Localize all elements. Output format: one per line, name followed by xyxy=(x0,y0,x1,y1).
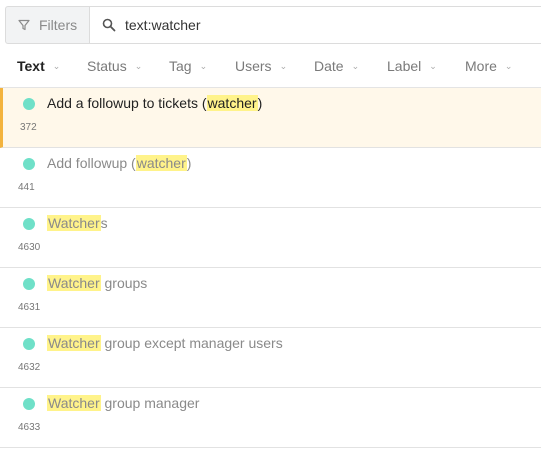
chevron-down-icon: ⌄ xyxy=(351,60,360,71)
result-id: 4630 xyxy=(18,242,41,253)
search-input[interactable] xyxy=(125,17,505,33)
result-id: 4631 xyxy=(18,302,41,313)
chevron-down-icon: ⌄ xyxy=(504,60,513,71)
status-dot-icon xyxy=(23,398,35,410)
result-row[interactable]: Add followup (watcher) 441 xyxy=(0,148,541,208)
result-title: Watcher group except manager users xyxy=(47,335,283,351)
status-dot-icon xyxy=(23,218,35,230)
result-title: Add followup (watcher) xyxy=(47,155,192,171)
result-title: Watchers xyxy=(47,215,108,231)
facet-label-filter[interactable]: Label ⌄ xyxy=(387,58,437,74)
facet-bar: Text ⌄ Status ⌄ Tag ⌄ Users ⌄ Date ⌄ Label ⌄ M… xyxy=(0,46,541,88)
result-id: 372 xyxy=(20,122,37,133)
status-dot-icon xyxy=(23,158,35,170)
facet-label: Tag xyxy=(169,58,192,74)
result-id: 441 xyxy=(18,182,35,193)
filters-label: Filters xyxy=(39,17,78,33)
result-row[interactable]: Watchers 4630 xyxy=(0,208,541,268)
search-field[interactable] xyxy=(89,6,541,44)
result-row[interactable]: Add a followup to tickets (watcher) 372 xyxy=(0,88,541,148)
result-row[interactable]: Watcher groups 4631 xyxy=(0,268,541,328)
facet-label: More xyxy=(465,58,497,74)
search-bar: Filters xyxy=(0,0,541,46)
status-dot-icon xyxy=(23,98,35,110)
chevron-down-icon: ⌄ xyxy=(199,60,208,71)
facet-more[interactable]: More ⌄ xyxy=(465,58,512,74)
facet-tag[interactable]: Tag ⌄ xyxy=(169,58,207,74)
result-title: Add a followup to tickets (watcher) xyxy=(47,95,263,111)
result-title: Watcher group manager xyxy=(47,395,200,411)
facet-label: Text xyxy=(17,58,45,74)
chevron-down-icon: ⌄ xyxy=(279,60,288,71)
filters-button[interactable]: Filters xyxy=(5,6,90,44)
facet-text[interactable]: Text ⌄ xyxy=(17,58,60,74)
facet-users[interactable]: Users ⌄ xyxy=(235,58,287,74)
status-dot-icon xyxy=(23,278,35,290)
results-list: Add a followup to tickets (watcher) 372 … xyxy=(0,88,541,448)
result-row[interactable]: Watcher group except manager users 4632 xyxy=(0,328,541,388)
chevron-down-icon: ⌄ xyxy=(429,60,437,71)
filter-icon xyxy=(18,19,30,31)
chevron-down-icon: ⌄ xyxy=(52,60,61,71)
status-dot-icon xyxy=(23,338,35,350)
result-title: Watcher groups xyxy=(47,275,148,291)
facet-label: Date xyxy=(314,58,344,74)
facet-label: Users xyxy=(235,58,272,74)
search-icon xyxy=(102,18,116,32)
result-id: 4633 xyxy=(18,422,41,433)
facet-label: Status xyxy=(87,58,127,74)
result-id: 4632 xyxy=(18,362,41,373)
result-row[interactable]: Watcher group manager 4633 xyxy=(0,388,541,448)
facet-label: Label xyxy=(387,58,422,74)
facet-date[interactable]: Date ⌄ xyxy=(314,58,359,74)
facet-status[interactable]: Status ⌄ xyxy=(87,58,142,74)
chevron-down-icon: ⌄ xyxy=(134,60,143,71)
